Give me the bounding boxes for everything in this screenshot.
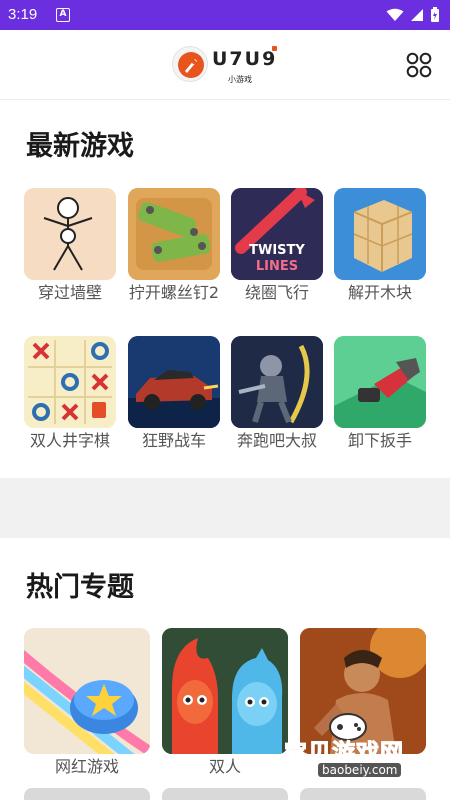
- svg-text:LINES: LINES: [256, 259, 298, 274]
- section-divider: [0, 478, 450, 538]
- topic-card-peek[interactable]: [24, 788, 150, 800]
- app-header: U7U9 小游戏: [0, 30, 450, 100]
- watermark-logo: 宝贝游戏网 baobeiy.com: [276, 705, 446, 785]
- game-thumbnail: [334, 336, 426, 428]
- game-name: 绕圈飞行: [244, 283, 309, 302]
- game-thumbnail: [24, 336, 116, 428]
- topic-card[interactable]: 网红游戏: [24, 628, 150, 778]
- app-logo[interactable]: U7U9 小游戏: [172, 42, 282, 90]
- game-card[interactable]: TWISTY LINES 绕圈飞行: [231, 188, 323, 304]
- game-thumbnail: [128, 188, 220, 280]
- topic-thumbnail: [24, 628, 150, 754]
- game-name: 拧开螺丝钉2: [128, 283, 220, 302]
- grid-menu-icon[interactable]: [406, 52, 432, 78]
- status-time: 3:19: [8, 6, 38, 23]
- game-card[interactable]: 狂野战车: [128, 336, 220, 452]
- notification-icon: A: [56, 8, 70, 22]
- topic-card-peek[interactable]: [300, 788, 426, 800]
- svg-text:TWISTY: TWISTY: [249, 243, 305, 258]
- rocket-logo-icon: [172, 46, 208, 82]
- logo-subtitle: 小游戏: [228, 75, 252, 84]
- status-bar: 3:19 A: [0, 0, 450, 30]
- topic-name: 网红游戏: [54, 757, 119, 776]
- game-name: 卸下扳手: [347, 431, 412, 450]
- topic-card-peek[interactable]: [162, 788, 288, 800]
- game-card[interactable]: 穿过墙壁: [24, 188, 116, 304]
- status-icons: [386, 7, 440, 23]
- watermark-text: 宝贝游戏网: [284, 740, 404, 767]
- hot-topics-title: 热门专题: [26, 572, 134, 603]
- game-name: 穿过墙壁: [37, 283, 102, 302]
- logo-text: U7U9: [212, 48, 278, 70]
- game-thumbnail: [334, 188, 426, 280]
- battery-icon: [431, 7, 439, 22]
- game-card[interactable]: 解开木块: [334, 188, 426, 304]
- game-name: 狂野战车: [141, 431, 206, 450]
- game-thumbnail: TWISTY LINES: [231, 188, 323, 280]
- topic-name: 双人: [208, 757, 241, 776]
- game-thumbnail: [24, 188, 116, 280]
- game-card[interactable]: 拧开螺丝钉2: [128, 188, 220, 304]
- latest-games-title: 最新游戏: [26, 131, 134, 162]
- game-name: 双人井字棋: [29, 431, 110, 450]
- signal-icon: [411, 9, 423, 21]
- watermark-url: baobeiy.com: [318, 763, 402, 777]
- logo-dot: [272, 46, 277, 51]
- game-thumbnail: [128, 336, 220, 428]
- game-name: 解开木块: [347, 283, 412, 302]
- topic-thumbnail: [162, 628, 288, 754]
- game-card[interactable]: 卸下扳手: [334, 336, 426, 452]
- game-card[interactable]: 奔跑吧大叔: [231, 336, 323, 452]
- topic-card[interactable]: 双人: [162, 628, 288, 778]
- game-card[interactable]: 双人井字棋: [24, 336, 116, 452]
- wifi-icon: [386, 8, 404, 21]
- game-thumbnail: [231, 336, 323, 428]
- game-name: 奔跑吧大叔: [236, 431, 317, 450]
